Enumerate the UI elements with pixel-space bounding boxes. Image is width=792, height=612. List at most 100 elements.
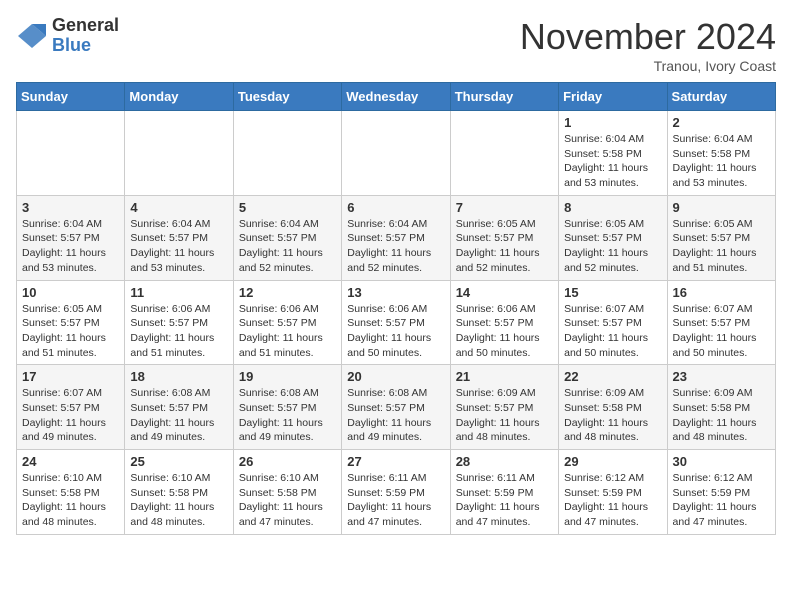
logo-general-text: General [52,16,119,36]
day-info: Sunrise: 6:10 AM Sunset: 5:58 PM Dayligh… [239,471,336,530]
day-info: Sunrise: 6:07 AM Sunset: 5:57 PM Dayligh… [564,302,661,361]
day-info: Sunrise: 6:04 AM Sunset: 5:58 PM Dayligh… [564,132,661,191]
day-info: Sunrise: 6:08 AM Sunset: 5:57 PM Dayligh… [239,386,336,445]
day-number: 16 [673,285,770,300]
day-info: Sunrise: 6:09 AM Sunset: 5:58 PM Dayligh… [564,386,661,445]
calendar-cell: 2 Sunrise: 6:04 AM Sunset: 5:58 PM Daylig… [667,111,775,196]
day-info: Sunrise: 6:04 AM Sunset: 5:57 PM Dayligh… [22,217,119,276]
day-info: Sunrise: 6:05 AM Sunset: 5:57 PM Dayligh… [456,217,553,276]
day-number: 20 [347,369,444,384]
calendar-cell: 15Sunrise: 6:07 AM Sunset: 5:57 PM Dayli… [559,280,667,365]
day-number: 11 [130,285,227,300]
logo: General Blue [16,16,119,56]
weekday-header: Monday [125,83,233,111]
day-number: 18 [130,369,227,384]
calendar-cell: 25 Sunrise: 6:10 AM Sunset: 5:58 PM Dayli… [125,450,233,535]
day-info: Sunrise: 6:04 AM Sunset: 5:57 PM Dayligh… [239,217,336,276]
calendar-cell: 1Sunrise: 6:04 AM Sunset: 5:58 PM Daylig… [559,111,667,196]
day-info: Sunrise: 6:07 AM Sunset: 5:57 PM Dayligh… [22,386,119,445]
calendar-cell: 5 Sunrise: 6:04 AM Sunset: 5:57 PM Daylig… [233,195,341,280]
day-number: 24 [22,454,119,469]
logo-text: General Blue [52,16,119,56]
calendar-cell: 3Sunrise: 6:04 AM Sunset: 5:57 PM Daylig… [17,195,125,280]
calendar-cell: 7 Sunrise: 6:05 AM Sunset: 5:57 PM Daylig… [450,195,558,280]
calendar-cell [17,111,125,196]
calendar-cell: 26 Sunrise: 6:10 AM Sunset: 5:58 PM Dayli… [233,450,341,535]
day-info: Sunrise: 6:06 AM Sunset: 5:57 PM Dayligh… [456,302,553,361]
calendar-cell: 11 Sunrise: 6:06 AM Sunset: 5:57 PM Dayli… [125,280,233,365]
day-number: 29 [564,454,661,469]
calendar-cell: 23Sunrise: 6:09 AM Sunset: 5:58 PM Dayli… [667,365,775,450]
day-info: Sunrise: 6:09 AM Sunset: 5:57 PM Dayligh… [456,386,553,445]
logo-blue-text: Blue [52,36,119,56]
day-info: Sunrise: 6:07 AM Sunset: 5:57 PM Dayligh… [673,302,770,361]
day-info: Sunrise: 6:05 AM Sunset: 5:57 PM Dayligh… [22,302,119,361]
day-info: Sunrise: 6:04 AM Sunset: 5:58 PM Dayligh… [673,132,770,191]
calendar-week-row: 24 Sunrise: 6:10 AM Sunset: 5:58 PM Dayli… [17,450,776,535]
day-info: Sunrise: 6:06 AM Sunset: 5:57 PM Dayligh… [239,302,336,361]
weekday-header: Saturday [667,83,775,111]
calendar-cell: 13 Sunrise: 6:06 AM Sunset: 5:57 PM Dayli… [342,280,450,365]
weekday-header-row: SundayMondayTuesdayWednesdayThursdayFrid… [17,83,776,111]
day-info: Sunrise: 6:12 AM Sunset: 5:59 PM Dayligh… [564,471,661,530]
day-info: Sunrise: 6:05 AM Sunset: 5:57 PM Dayligh… [564,217,661,276]
day-number: 13 [347,285,444,300]
day-number: 28 [456,454,553,469]
month-title: November 2024 [520,16,776,58]
day-number: 9 [673,200,770,215]
day-number: 7 [456,200,553,215]
calendar-table: SundayMondayTuesdayWednesdayThursdayFrid… [16,82,776,535]
page-header: General Blue November 2024 Tranou, Ivory… [16,16,776,74]
weekday-header: Tuesday [233,83,341,111]
calendar-cell: 14 Sunrise: 6:06 AM Sunset: 5:57 PM Dayli… [450,280,558,365]
day-number: 14 [456,285,553,300]
day-number: 8 [564,200,661,215]
day-number: 26 [239,454,336,469]
weekday-header: Thursday [450,83,558,111]
day-number: 30 [673,454,770,469]
calendar-cell: 24 Sunrise: 6:10 AM Sunset: 5:58 PM Dayli… [17,450,125,535]
calendar-cell: 4Sunrise: 6:04 AM Sunset: 5:57 PM Daylig… [125,195,233,280]
location-label: Tranou, Ivory Coast [520,58,776,74]
calendar-week-row: 1Sunrise: 6:04 AM Sunset: 5:58 PM Daylig… [17,111,776,196]
day-info: Sunrise: 6:08 AM Sunset: 5:57 PM Dayligh… [347,386,444,445]
day-number: 17 [22,369,119,384]
day-info: Sunrise: 6:06 AM Sunset: 5:57 PM Dayligh… [130,302,227,361]
logo-icon [16,22,48,50]
day-info: Sunrise: 6:09 AM Sunset: 5:58 PM Dayligh… [673,386,770,445]
calendar-cell: 6Sunrise: 6:04 AM Sunset: 5:57 PM Daylig… [342,195,450,280]
day-info: Sunrise: 6:10 AM Sunset: 5:58 PM Dayligh… [22,471,119,530]
day-info: Sunrise: 6:08 AM Sunset: 5:57 PM Dayligh… [130,386,227,445]
calendar-cell [233,111,341,196]
calendar-week-row: 3Sunrise: 6:04 AM Sunset: 5:57 PM Daylig… [17,195,776,280]
day-number: 22 [564,369,661,384]
day-number: 21 [456,369,553,384]
calendar-week-row: 17 Sunrise: 6:07 AM Sunset: 5:57 PM Dayli… [17,365,776,450]
calendar-cell: 21 Sunrise: 6:09 AM Sunset: 5:57 PM Dayli… [450,365,558,450]
day-info: Sunrise: 6:04 AM Sunset: 5:57 PM Dayligh… [130,217,227,276]
day-number: 25 [130,454,227,469]
weekday-header: Friday [559,83,667,111]
day-number: 6 [347,200,444,215]
calendar-cell [342,111,450,196]
calendar-cell: 8 Sunrise: 6:05 AM Sunset: 5:57 PM Daylig… [559,195,667,280]
calendar-cell: 29 Sunrise: 6:12 AM Sunset: 5:59 PM Dayli… [559,450,667,535]
calendar-cell: 20 Sunrise: 6:08 AM Sunset: 5:57 PM Dayli… [342,365,450,450]
calendar-cell: 10 Sunrise: 6:05 AM Sunset: 5:57 PM Dayli… [17,280,125,365]
calendar-cell: 28Sunrise: 6:11 AM Sunset: 5:59 PM Dayli… [450,450,558,535]
day-number: 12 [239,285,336,300]
day-number: 2 [673,115,770,130]
calendar-cell: 22 Sunrise: 6:09 AM Sunset: 5:58 PM Dayli… [559,365,667,450]
day-info: Sunrise: 6:06 AM Sunset: 5:57 PM Dayligh… [347,302,444,361]
calendar-cell: 18 Sunrise: 6:08 AM Sunset: 5:57 PM Dayli… [125,365,233,450]
day-info: Sunrise: 6:10 AM Sunset: 5:58 PM Dayligh… [130,471,227,530]
day-number: 5 [239,200,336,215]
calendar-cell: 9Sunrise: 6:05 AM Sunset: 5:57 PM Daylig… [667,195,775,280]
day-info: Sunrise: 6:11 AM Sunset: 5:59 PM Dayligh… [347,471,444,530]
calendar-cell: 12 Sunrise: 6:06 AM Sunset: 5:57 PM Dayli… [233,280,341,365]
calendar-cell: 30Sunrise: 6:12 AM Sunset: 5:59 PM Dayli… [667,450,775,535]
calendar-cell: 16 Sunrise: 6:07 AM Sunset: 5:57 PM Dayli… [667,280,775,365]
weekday-header: Sunday [17,83,125,111]
day-number: 10 [22,285,119,300]
calendar-cell: 27Sunrise: 6:11 AM Sunset: 5:59 PM Dayli… [342,450,450,535]
